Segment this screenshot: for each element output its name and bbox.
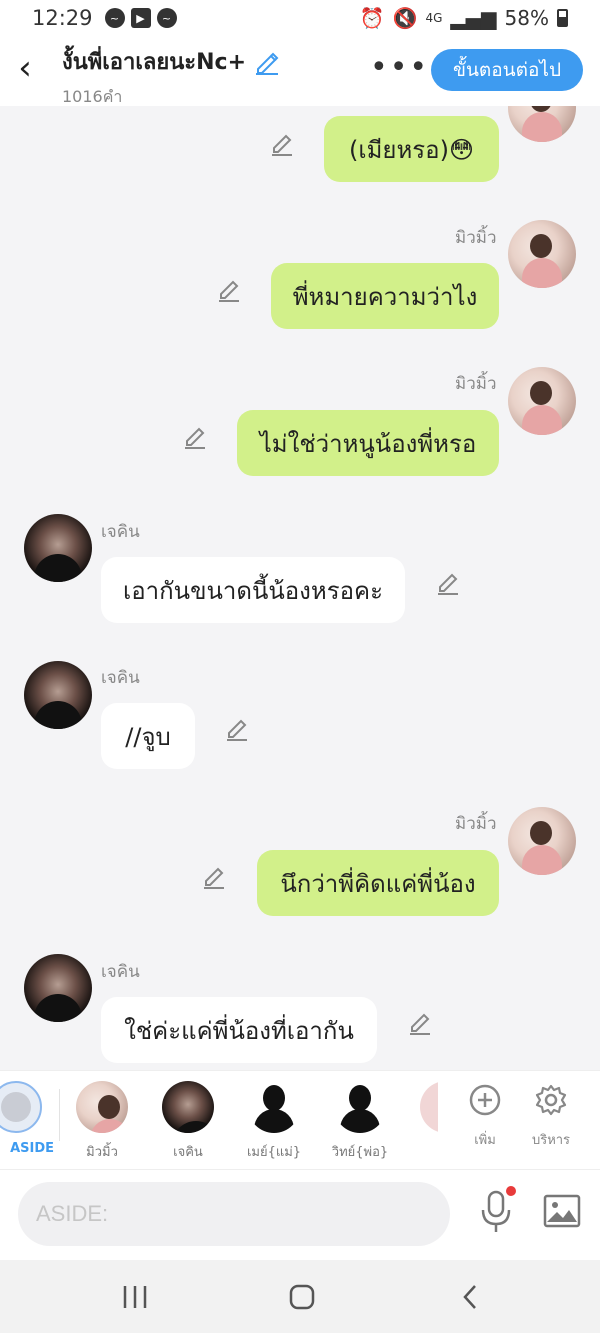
sender-name: เจคิน <box>101 962 140 982</box>
character-item[interactable]: มิวมิ้ว <box>62 1081 142 1162</box>
video-icon: ▶ <box>130 8 151 28</box>
message-bubble-mine[interactable]: ไม่ใช่ว่าหนูน้องพี่หรอ <box>237 410 499 476</box>
manage-button[interactable]: บริหาร <box>521 1083 581 1150</box>
next-step-button[interactable]: ขั้นตอนต่อไป <box>431 49 583 91</box>
avatar[interactable] <box>508 367 576 435</box>
alarm-icon: ⏰ <box>359 6 385 30</box>
page-title: งั้นพี่เอาเลยนะNc+ <box>62 50 247 75</box>
message-bubble-mine[interactable]: (เมียหรอ)😳 <box>324 116 499 182</box>
character-label: เจคิน <box>173 1145 203 1160</box>
edit-title-icon[interactable] <box>254 49 280 75</box>
edit-message-icon[interactable] <box>435 569 461 595</box>
avatar[interactable] <box>24 514 92 582</box>
battery-icon <box>557 9 568 27</box>
character-item[interactable]: เจคิน <box>148 1081 228 1162</box>
battery-percent: 58% <box>504 6 549 30</box>
status-right: ⏰ 🔇 4G ▂▄▆ 58% <box>360 6 568 30</box>
more-options-icon[interactable]: ••• <box>370 53 429 83</box>
page-title-row: งั้นพี่เอาเลยนะNc+ <box>62 44 280 79</box>
divider <box>59 1089 60 1141</box>
messenger-icon: ~ <box>156 8 177 28</box>
avatar[interactable] <box>24 954 92 1022</box>
chat-area[interactable]: (เมียหรอ)😳 มิวมิ้ว พี่หมายความว่าไง มิวม… <box>0 106 600 1070</box>
avatar <box>76 1081 128 1133</box>
system-nav-bar <box>0 1260 600 1333</box>
input-bar <box>0 1170 600 1260</box>
manage-label: บริหาร <box>531 1133 571 1148</box>
add-character-button[interactable]: เพิ่ม <box>455 1083 515 1150</box>
avatar <box>162 1081 214 1133</box>
character-label: ASIDE <box>10 1141 54 1156</box>
avatar <box>334 1081 386 1133</box>
character-bar: ASIDE มิวมิ้ว เจคิน เมย์{แม่} วิทย์{พ่อ}… <box>0 1070 600 1170</box>
recording-indicator <box>506 1186 516 1196</box>
image-icon[interactable] <box>543 1194 581 1228</box>
avatar[interactable] <box>24 661 92 729</box>
back-nav-icon[interactable] <box>460 1282 480 1312</box>
message-bubble-theirs[interactable]: //จูบ <box>101 703 195 769</box>
network-label: 4G <box>425 11 443 25</box>
gear-icon <box>535 1084 567 1116</box>
edit-message-icon[interactable] <box>201 863 227 889</box>
message-input[interactable] <box>18 1182 450 1246</box>
edit-message-icon[interactable] <box>407 1009 433 1035</box>
character-item[interactable]: วิทย์{พ่อ} <box>320 1081 400 1162</box>
sender-name: มิวมิ้ว <box>455 374 497 394</box>
signal-icon: ▂▄▆ <box>450 6 497 30</box>
status-time: 12:29 <box>32 6 93 30</box>
message-bubble-mine[interactable]: พี่หมายความว่าไง <box>271 263 499 329</box>
avatar[interactable] <box>508 807 576 875</box>
message-bubble-theirs[interactable]: เอากันขนาดนี้น้องหรอคะ <box>101 557 405 623</box>
sender-name: เจคิน <box>101 668 140 688</box>
avatar[interactable] <box>508 220 576 288</box>
chat-header: ‹ งั้นพี่เอาเลยนะNc+ 1016คำ ••• ขั้นตอนต… <box>0 36 600 106</box>
avatar[interactable] <box>508 106 576 142</box>
message-bubble-theirs[interactable]: ใช่ค่ะแค่พี่น้องที่เอากัน <box>101 997 377 1063</box>
sender-name: มิวมิ้ว <box>455 228 497 248</box>
sender-name: เจคิน <box>101 522 140 542</box>
add-label: เพิ่ม <box>474 1133 496 1148</box>
sender-name: มิวมิ้ว <box>455 814 497 834</box>
aside-icon <box>0 1081 42 1133</box>
character-item-partial[interactable] <box>420 1081 438 1133</box>
edit-message-icon[interactable] <box>269 130 295 156</box>
character-label: มิวมิ้ว <box>86 1145 118 1160</box>
avatar <box>420 1081 438 1133</box>
messenger-icon: ~ <box>104 8 125 28</box>
recent-apps-icon[interactable] <box>122 1282 148 1312</box>
character-aside[interactable]: ASIDE <box>0 1081 56 1156</box>
edit-message-icon[interactable] <box>224 715 250 741</box>
home-icon[interactable] <box>288 1282 316 1312</box>
back-button[interactable]: ‹ <box>10 50 40 86</box>
mute-icon: 🔇 <box>392 6 418 30</box>
title-block: งั้นพี่เอาเลยนะNc+ 1016คำ <box>62 44 280 110</box>
plus-circle-icon <box>469 1084 501 1116</box>
character-item[interactable]: เมย์{แม่} <box>234 1081 314 1162</box>
edit-message-icon[interactable] <box>216 276 242 302</box>
character-label: เมย์{แม่} <box>246 1145 302 1160</box>
edit-message-icon[interactable] <box>182 423 208 449</box>
avatar <box>248 1081 300 1133</box>
notification-icons: ~ ▶ ~ <box>104 8 177 28</box>
message-bubble-mine[interactable]: นึกว่าพี่คิดแค่พี่น้อง <box>257 850 499 916</box>
status-bar: 12:29 ~ ▶ ~ ⏰ 🔇 4G ▂▄▆ 58% <box>0 0 600 36</box>
character-label: วิทย์{พ่อ} <box>331 1145 389 1160</box>
